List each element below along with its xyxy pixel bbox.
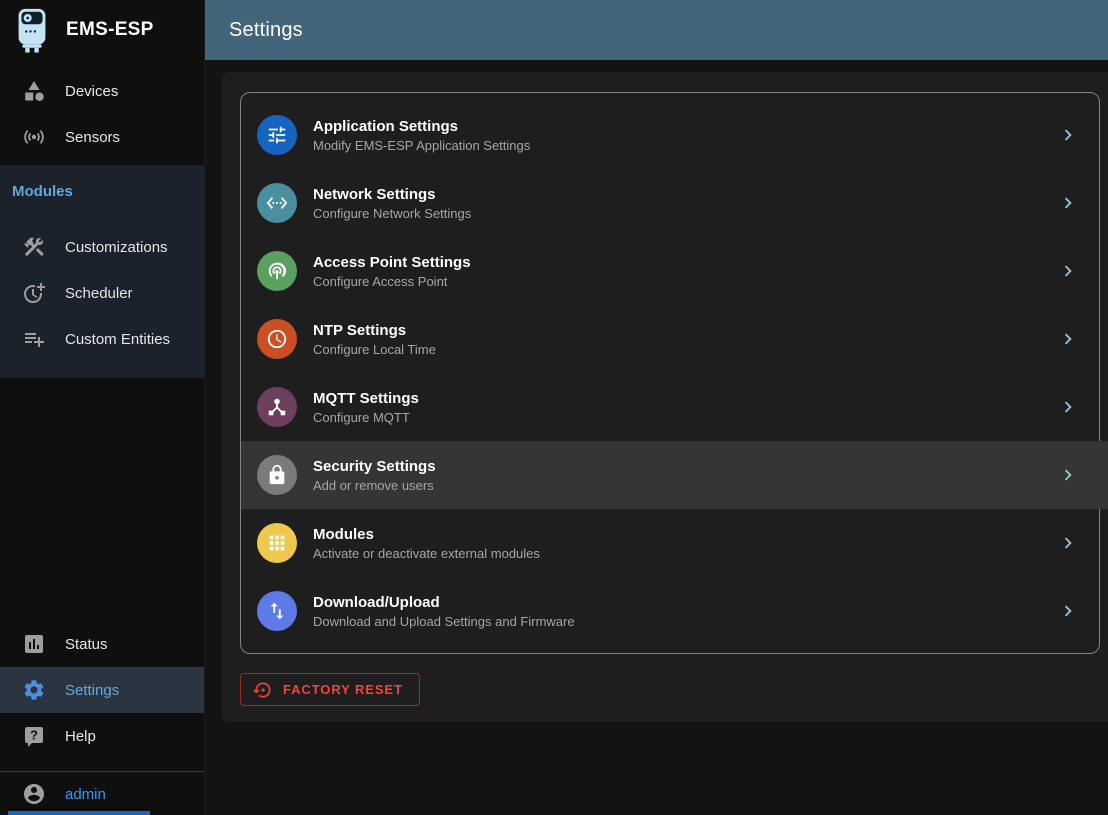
chevron-right-icon xyxy=(1057,396,1079,418)
menu-item-text: MQTT Settings Configure MQTT xyxy=(313,390,1041,425)
sidebar: EMS-ESP Devices Sensors Modules xyxy=(0,0,205,815)
sidebar-modules-nav: Customizations Scheduler Custom Entities xyxy=(0,224,204,362)
menu-item-text: NTP Settings Configure Local Time xyxy=(313,322,1041,357)
sidebar-divider xyxy=(0,771,204,772)
brand-header: EMS-ESP xyxy=(0,0,204,60)
menu-item-access-point-settings[interactable]: Access Point Settings Configure Access P… xyxy=(241,237,1099,305)
assessment-icon xyxy=(22,632,46,656)
menu-item-network-settings[interactable]: Network Settings Configure Network Setti… xyxy=(241,169,1099,237)
settings-ethernet-icon xyxy=(266,192,288,214)
wifi-tethering-icon xyxy=(266,260,288,282)
category-icon xyxy=(22,79,46,103)
sidebar-item-customizations[interactable]: Customizations xyxy=(0,224,204,270)
sidebar-item-settings[interactable]: Settings xyxy=(0,667,204,713)
sidebar-item-status[interactable]: Status xyxy=(0,621,204,667)
boiler-logo-icon xyxy=(12,7,52,53)
chevron-right-icon xyxy=(1057,532,1079,554)
menu-item-avatar xyxy=(257,115,297,155)
menu-item-text: Application Settings Modify EMS-ESP Appl… xyxy=(313,118,1041,153)
access-time-icon xyxy=(266,328,288,350)
tune-icon xyxy=(266,124,288,146)
menu-item-avatar xyxy=(257,591,297,631)
sidebar-user[interactable]: admin xyxy=(0,773,204,815)
more-time-icon xyxy=(22,281,46,305)
menu-item-ntp-settings[interactable]: NTP Settings Configure Local Time xyxy=(241,305,1099,373)
chevron-right-icon xyxy=(1057,124,1079,146)
import-export-icon xyxy=(266,600,288,622)
bottom-accent-bar xyxy=(8,811,150,815)
sidebar-spacer xyxy=(0,378,204,621)
factory-reset-button[interactable]: FACTORY RESET xyxy=(240,673,420,706)
menu-item-text: Modules Activate or deactivate external … xyxy=(313,526,1041,561)
modules-section-header: Modules xyxy=(0,179,204,224)
menu-item-text: Network Settings Configure Network Setti… xyxy=(313,186,1041,221)
menu-item-avatar xyxy=(257,319,297,359)
factory-reset-label: FACTORY RESET xyxy=(283,682,403,697)
lock-icon xyxy=(266,464,288,486)
menu-item-text: Security Settings Add or remove users xyxy=(313,458,1041,493)
menu-item-avatar xyxy=(257,455,297,495)
chevron-right-icon xyxy=(1057,260,1079,282)
sidebar-modules-section: Modules Customizations Scheduler xyxy=(0,165,204,378)
main-area: Settings Application Settings Modify EMS… xyxy=(205,0,1108,815)
menu-item-application-settings[interactable]: Application Settings Modify EMS-ESP Appl… xyxy=(241,101,1099,169)
sidebar-item-sensors[interactable]: Sensors xyxy=(0,114,204,160)
sidebar-item-help[interactable]: Help xyxy=(0,713,204,759)
playlist-add-icon xyxy=(22,327,46,351)
sensors-icon xyxy=(22,125,46,149)
construction-icon xyxy=(22,235,46,259)
brand-title: EMS-ESP xyxy=(66,19,154,41)
app-bar: Settings xyxy=(205,0,1108,60)
chevron-right-icon xyxy=(1057,192,1079,214)
menu-item-security-settings[interactable]: Security Settings Add or remove users xyxy=(241,441,1099,509)
content-panel: Application Settings Modify EMS-ESP Appl… xyxy=(222,72,1108,722)
chevron-right-icon xyxy=(1057,600,1079,622)
settings-icon xyxy=(22,678,46,702)
device-hub-icon xyxy=(266,396,288,418)
menu-item-text: Access Point Settings Configure Access P… xyxy=(313,254,1041,289)
account-circle-icon xyxy=(22,782,46,806)
chevron-right-icon xyxy=(1057,464,1079,486)
apps-icon xyxy=(266,532,288,554)
menu-item-avatar xyxy=(257,251,297,291)
menu-item-text: Download/Upload Download and Upload Sett… xyxy=(313,594,1041,629)
sidebar-item-scheduler[interactable]: Scheduler xyxy=(0,270,204,316)
sidebar-primary-nav: Devices Sensors xyxy=(0,60,204,160)
menu-item-avatar xyxy=(257,183,297,223)
settings-menu-card: Application Settings Modify EMS-ESP Appl… xyxy=(240,92,1100,654)
menu-item-mqtt-settings[interactable]: MQTT Settings Configure MQTT xyxy=(241,373,1099,441)
menu-item-avatar xyxy=(257,387,297,427)
menu-item-avatar xyxy=(257,523,297,563)
sidebar-bottom-nav: Status Settings Help xyxy=(0,621,204,759)
menu-item-download-upload[interactable]: Download/Upload Download and Upload Sett… xyxy=(241,577,1099,645)
user-name: admin xyxy=(65,786,106,803)
chevron-right-icon xyxy=(1057,328,1079,350)
app-window: EMS-ESP Devices Sensors Modules xyxy=(0,0,1108,815)
sidebar-item-devices[interactable]: Devices xyxy=(0,68,204,114)
sidebar-item-custom-entities[interactable]: Custom Entities xyxy=(0,316,204,362)
content-area: Application Settings Modify EMS-ESP Appl… xyxy=(205,60,1108,815)
page-title: Settings xyxy=(229,19,303,42)
help-icon xyxy=(22,724,46,748)
menu-item-modules[interactable]: Modules Activate or deactivate external … xyxy=(241,509,1099,577)
settings-backup-restore-icon xyxy=(253,680,273,700)
